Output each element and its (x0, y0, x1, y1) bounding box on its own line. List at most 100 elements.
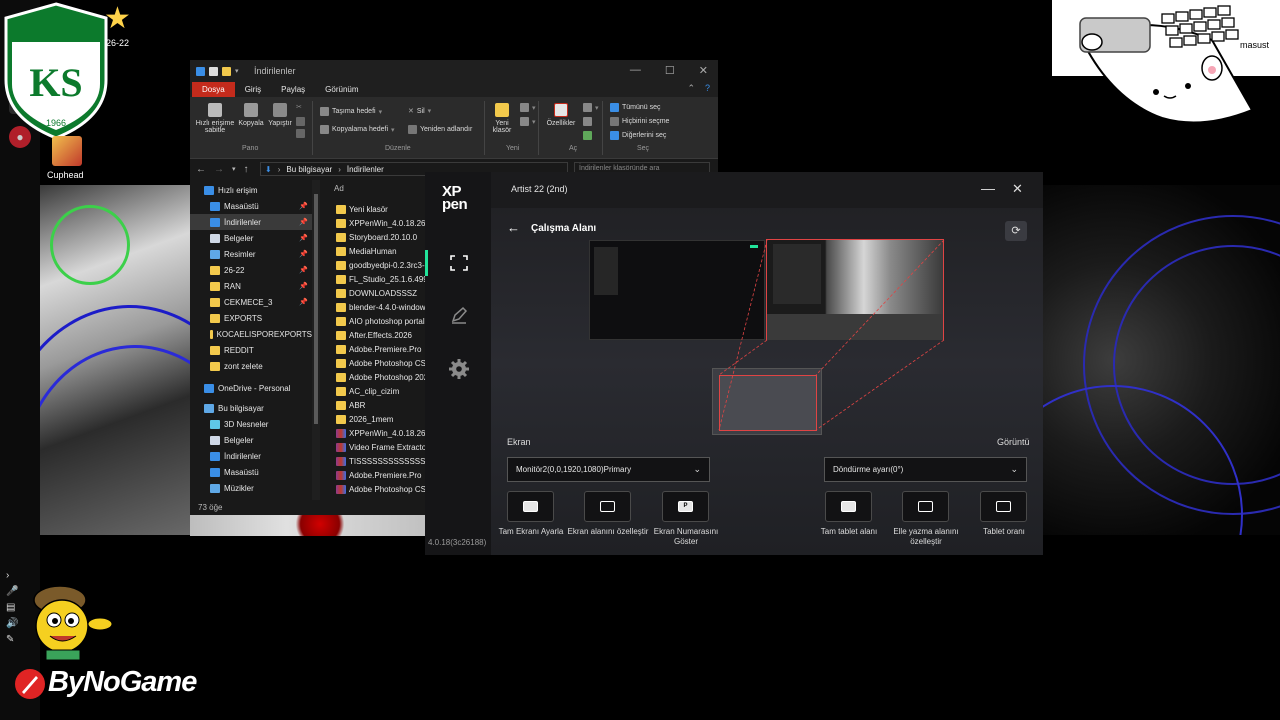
new-folder-icon[interactable] (222, 66, 231, 76)
refresh-button[interactable]: ⟳ (1005, 221, 1027, 241)
network-icon[interactable]: ▤ (6, 602, 15, 613)
close-button[interactable]: ✕ (699, 64, 708, 77)
nav-item[interactable]: Belgeler (190, 432, 312, 448)
invert-selection-button[interactable]: Diğerlerini seç (610, 131, 666, 140)
up-arrow-icon[interactable]: ↑ (244, 164, 249, 175)
paste-shortcut-icon[interactable] (296, 129, 305, 138)
show-screen-number-button[interactable]: P (662, 491, 709, 522)
file-row[interactable]: 2026_1mem (336, 412, 393, 426)
tab-dosya[interactable]: Dosya (192, 82, 235, 97)
file-row[interactable]: Yeni klasör (336, 202, 388, 216)
cut-icon[interactable]: ✂ (296, 103, 302, 111)
tab-gorunum[interactable]: Görünüm (315, 82, 368, 97)
file-row[interactable]: AC_clip_cizim (336, 384, 399, 398)
recent-chevron-icon[interactable]: ▾ (232, 165, 236, 173)
pin-icon[interactable]: 📌 (299, 234, 308, 242)
file-row[interactable]: DOWNLOADSSSZ (336, 286, 417, 300)
nav-item[interactable]: İndirilenler 📌 (190, 214, 312, 230)
paste-button[interactable]: Yapıştır (266, 103, 294, 127)
file-row[interactable]: FL_Studio_25.1.6.4997 (336, 272, 432, 286)
nav-item[interactable]: EXPORTS (190, 310, 312, 326)
volume-icon[interactable]: 🔊 (6, 618, 18, 629)
copy-path-icon[interactable] (296, 117, 305, 126)
gear-icon[interactable] (447, 357, 471, 381)
nav-item[interactable]: 3D Nesneler (190, 416, 312, 432)
rotation-select[interactable]: Döndürme ayarı(0°) ⌄ (824, 457, 1027, 482)
tablet-active-area[interactable] (719, 375, 817, 431)
nav-item[interactable]: Resimler 📌 (190, 246, 312, 262)
pin-icon[interactable]: 📌 (299, 250, 308, 258)
nav-item[interactable]: zont zelete (190, 358, 312, 374)
file-row[interactable]: Storyboard.20.10.0 (336, 230, 417, 244)
nav-item[interactable]: OneDrive - Personal (190, 380, 312, 396)
delete-button[interactable]: ✕ Sil ▾ (408, 107, 431, 116)
tray-expand-icon[interactable]: › (6, 570, 9, 581)
workspace-nav-icon[interactable] (447, 251, 471, 275)
tab-paylas[interactable]: Paylaş (271, 82, 315, 97)
select-all-button[interactable]: Tümünü seç (610, 103, 661, 112)
copy-to-button[interactable]: Kopyalama hedefi ▾ (320, 125, 395, 134)
nav-item[interactable]: 26-22 📌 (190, 262, 312, 278)
nav-item[interactable]: Müzikler (190, 480, 312, 496)
microphone-icon[interactable]: 🎤 (6, 586, 18, 597)
nav-item[interactable]: Masaüstü 📌 (190, 198, 312, 214)
monitor-1-preview[interactable] (589, 240, 765, 340)
cuphead-icon[interactable] (52, 136, 82, 166)
full-screen-button[interactable] (507, 491, 554, 522)
pen-nav-icon[interactable] (447, 303, 471, 327)
customize-handwriting-button[interactable] (902, 491, 949, 522)
nav-item[interactable]: Bu bilgisayar (190, 400, 312, 416)
move-to-button[interactable]: Taşıma hedefi ▾ (320, 107, 382, 116)
history-icon[interactable] (583, 131, 592, 140)
nav-item[interactable]: Hızlı erişim (190, 182, 312, 198)
maximize-button[interactable]: ☐ (665, 64, 675, 77)
file-row[interactable]: Adobe.Premiere.Pro (336, 342, 421, 356)
file-row[interactable]: AIO photoshop portal (336, 314, 425, 328)
file-row[interactable]: After.Effects.2026 (336, 328, 412, 342)
collapse-ribbon-icon[interactable]: ⌃ (687, 83, 695, 94)
breadcrumb-downloads[interactable]: İndirilenler (347, 165, 384, 174)
minimize-button[interactable]: — (981, 180, 995, 196)
back-arrow-icon[interactable]: ← (507, 220, 520, 235)
properties-icon[interactable] (209, 66, 218, 76)
file-row[interactable]: Adobe Photoshop CS (336, 482, 426, 496)
pin-quick-access-button[interactable]: Hızlı erişime sabitle (193, 103, 237, 134)
chevron-down-icon[interactable]: ▾ (235, 67, 244, 76)
download-icon[interactable] (196, 66, 205, 76)
navigation-scrollbar[interactable] (312, 180, 320, 500)
file-row[interactable]: ABR (336, 398, 365, 412)
nav-item[interactable]: KOCAELISPOREXPORTS (190, 326, 312, 342)
file-row[interactable]: Adobe Photoshop 202 (336, 370, 428, 384)
column-header-name[interactable]: Ad (334, 184, 344, 193)
new-folder-button[interactable]: Yeni klasör (488, 103, 516, 134)
minimize-button[interactable]: — (630, 64, 641, 77)
properties-button[interactable]: Özellikler (542, 103, 580, 127)
rename-button[interactable]: Yeniden adlandır (408, 125, 472, 134)
pin-icon[interactable]: 📌 (299, 266, 308, 274)
nav-item[interactable]: CEKMECE_3 📌 (190, 294, 312, 310)
file-row[interactable]: Adobe.Premiere.Pro (336, 468, 421, 482)
nav-item[interactable]: İndirilenler (190, 448, 312, 464)
easy-access-icon[interactable]: ▾ (520, 117, 536, 126)
pen-icon[interactable]: ✎ (6, 634, 14, 645)
star-icon[interactable]: ★ (104, 4, 134, 34)
file-row[interactable]: MediaHuman (336, 244, 397, 258)
back-arrow-icon[interactable]: ← (196, 164, 206, 175)
pin-icon[interactable]: 📌 (299, 218, 308, 226)
tab-giris[interactable]: Giriş (235, 82, 271, 97)
help-icon[interactable]: ? (705, 83, 710, 94)
new-item-icon[interactable]: ▾ (520, 103, 536, 112)
pin-icon[interactable]: 📌 (299, 202, 308, 210)
monitor-2-preview[interactable] (766, 239, 944, 340)
copy-button[interactable]: Kopyala (237, 103, 265, 127)
nav-item[interactable]: RAN 📌 (190, 278, 312, 294)
customize-screen-button[interactable] (584, 491, 631, 522)
select-none-button[interactable]: Hiçbirini seçme (610, 117, 669, 126)
file-row[interactable]: goodbyedpi-0.2.3rc3- (336, 258, 425, 272)
nav-item[interactable]: REDDIT (190, 342, 312, 358)
file-row[interactable]: XPPenWin_4.0.18.2607 (336, 426, 434, 440)
full-tablet-button[interactable] (825, 491, 872, 522)
pin-icon[interactable]: 📌 (299, 298, 308, 306)
edit-icon[interactable] (583, 117, 592, 126)
file-row[interactable]: Adobe Photoshop CS (336, 356, 426, 370)
